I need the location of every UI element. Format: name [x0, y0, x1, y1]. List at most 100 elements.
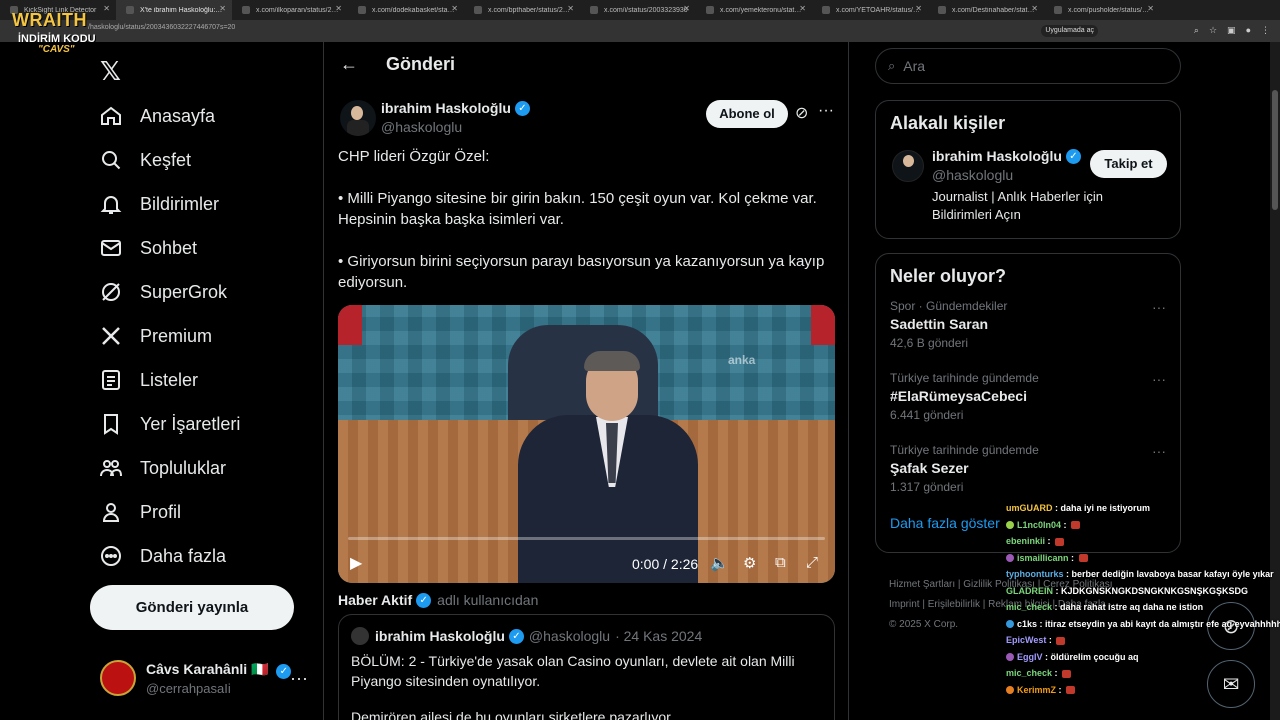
follow-button[interactable]: Takip et — [1090, 150, 1167, 178]
more-options-icon[interactable]: ··· — [1152, 299, 1166, 315]
browser-tab[interactable]: x.com/YETOAHR/status/2003 ✕ — [812, 0, 928, 20]
close-tab-icon[interactable]: ✕ — [219, 4, 226, 13]
nav-item-yer-i-aretleri[interactable]: Yer İşaretleri — [98, 402, 240, 446]
close-tab-icon[interactable]: ✕ — [1031, 4, 1038, 13]
subscribe-button[interactable]: Abone ol — [706, 100, 788, 128]
video-progress-bar[interactable] — [348, 537, 825, 540]
browser-menu-icon[interactable]: ⋮ — [1261, 25, 1270, 36]
more-options-icon[interactable]: ··· — [1152, 371, 1166, 387]
more-options-icon[interactable]: ··· — [1152, 443, 1166, 459]
nav-item-listeler[interactable]: Listeler — [98, 358, 240, 402]
profile-icon[interactable]: ● — [1246, 25, 1251, 36]
search-input[interactable]: ⌕ Ara — [875, 48, 1181, 84]
bell-icon — [98, 191, 124, 217]
video-watermark: anka — [728, 353, 756, 367]
picture-in-picture-icon[interactable]: ⧉ — [775, 554, 786, 571]
browser-tab[interactable]: x.com/bpthaber/status/20034 ✕ — [464, 0, 580, 20]
video-player[interactable]: anka ▶ 0:00 / 2:26 🔈 ⚙ ⧉ ⤢ — [338, 305, 835, 583]
chat-badge-icon — [1006, 686, 1014, 695]
back-arrow-icon[interactable]: ← — [340, 54, 358, 75]
search-icon: ⌕ — [888, 58, 896, 73]
trend-item[interactable]: Spor · Gündemdekiler Sadettin Saran 42,6 B… — [876, 299, 1180, 371]
avatar[interactable] — [892, 150, 924, 182]
chat-username: mic_check — [1006, 602, 1053, 612]
tab-favicon-icon — [242, 6, 250, 14]
chat-username: GLADREIN — [1006, 585, 1053, 596]
browser-tab[interactable]: x.com/Destinahaber/status/2 ✕ — [928, 0, 1044, 20]
more-circle-icon — [98, 543, 124, 569]
chat-message: EpicWest : — [1006, 632, 1280, 649]
quoted-by[interactable]: Haber Aktif ✓ adlı kullanıcıdan — [338, 592, 538, 608]
trend-name: #ElaRümeysaCebeci — [890, 388, 1027, 404]
page-header: ← Gönderi — [340, 54, 455, 75]
scrollbar-thumb[interactable] — [1272, 90, 1278, 210]
nav-item-label: Sohbet — [140, 237, 198, 258]
related-person[interactable]: ibrahim Haskoloğlu ✓ @haskologlu Journali… — [876, 146, 1180, 236]
x-logo[interactable]: 𝕏 — [100, 56, 121, 87]
more-options-icon[interactable]: ··· — [818, 102, 834, 120]
chat-username: EggIV — [1017, 651, 1043, 662]
close-tab-icon[interactable]: ✕ — [683, 4, 690, 13]
related-person-name[interactable]: ibrahim Haskoloğlu — [932, 148, 1062, 164]
nav-item-bildirimler[interactable]: Bildirimler — [98, 182, 240, 226]
nav-item-daha-fazla[interactable]: Daha fazla — [98, 534, 240, 578]
browser-tab[interactable]: x.com/ilkoparan/status/2003 ✕ — [232, 0, 348, 20]
tab-favicon-icon — [938, 6, 946, 14]
settings-gear-icon[interactable]: ⚙ — [743, 554, 756, 572]
quoted-post[interactable]: ibrahim Haskoloğlu ✓ @haskologlu · 24 Ka… — [338, 614, 835, 720]
person-icon — [98, 499, 124, 525]
chat-username: L1nc0ln04 — [1017, 519, 1062, 530]
close-tab-icon[interactable]: ✕ — [451, 4, 458, 13]
close-tab-icon[interactable]: ✕ — [335, 4, 342, 13]
avatar[interactable] — [340, 100, 376, 136]
nav-item-label: Daha fazla — [140, 545, 227, 566]
post-author-handle[interactable]: @haskologlu — [381, 119, 462, 135]
nav-item-profil[interactable]: Profil — [98, 490, 240, 534]
close-tab-icon[interactable]: ✕ — [915, 4, 922, 13]
trend-category: Spor · Gündemdekiler — [890, 299, 1008, 313]
browser-tab[interactable]: x.com/dodekabasket/status/2 ✕ — [348, 0, 464, 20]
browser-tab[interactable]: x.com/pusholder/status/2003 ✕ — [1044, 0, 1160, 20]
post-author-name[interactable]: ibrahim Haskoloğlu — [381, 100, 511, 116]
url-field[interactable]: /haskologlu/status/2003436032227446707s=… — [88, 24, 235, 31]
browser-tab[interactable]: x.com/i/status/2003323930 ✕ — [580, 0, 696, 20]
bookmark-star-icon[interactable]: ☆ — [1209, 25, 1217, 36]
nav-item-premium[interactable]: Premium — [98, 314, 240, 358]
grok-icon — [98, 279, 124, 305]
nav-item-label: Keşfet — [140, 149, 192, 170]
open-in-app-button[interactable]: Uygulamada aç — [1041, 25, 1098, 37]
nav-item-supergrok[interactable]: SuperGrok — [98, 270, 240, 314]
browser-tab[interactable]: X'te ibrahim Haskoloğlu: "CHP✕ — [116, 0, 232, 20]
trend-count: 1.317 gönderi — [890, 480, 964, 494]
chat-username: mic_check — [1006, 668, 1053, 678]
nav-item-label: Anasayfa — [140, 105, 216, 126]
extensions-icon[interactable]: ▣ — [1227, 25, 1236, 36]
nav-item-topluluklar[interactable]: Topluluklar — [98, 446, 240, 490]
post-button[interactable]: Gönderi yayınla — [90, 585, 294, 630]
volume-icon[interactable]: 🔈 — [710, 554, 729, 572]
close-tab-icon[interactable]: ✕ — [103, 4, 110, 13]
close-tab-icon[interactable]: ✕ — [1147, 4, 1154, 13]
browser-address-bar: /haskologlu/status/2003436032227446707s=… — [0, 20, 1280, 42]
account-more-icon[interactable]: ··· — [290, 668, 308, 689]
post-text: CHP lideri Özgür Özel: • Milli Piyango si… — [338, 146, 832, 314]
search-placeholder: Ara — [903, 58, 926, 74]
nav-item-ke-fet[interactable]: Keşfet — [98, 138, 240, 182]
trend-item[interactable]: Türkiye tarihinde gündemde #ElaRümeysaCeb… — [876, 371, 1180, 443]
post-paragraph: CHP lideri Özgür Özel: — [338, 148, 490, 165]
list-icon — [98, 367, 124, 393]
account-switcher[interactable]: Câvs Karahânli 🇮🇹 ✓ @cerrahpasaIi — [100, 660, 292, 696]
stream-chat-overlay: umGUARD : daha iyi ne istiyorum L1nc0ln04… — [1006, 500, 1280, 698]
zoom-icon[interactable]: ⌕ — [1194, 25, 1199, 36]
nav-item-anasayfa[interactable]: Anasayfa — [98, 94, 240, 138]
grok-icon[interactable]: ⊘ — [795, 103, 808, 123]
quoted-by-name[interactable]: Haber Aktif — [338, 592, 412, 608]
browser-tab[interactable]: x.com/yemekteronu/status/2 ✕ — [696, 0, 812, 20]
close-tab-icon[interactable]: ✕ — [799, 4, 806, 13]
chat-emote-icon — [1062, 669, 1072, 678]
nav-item-sohbet[interactable]: Sohbet — [98, 226, 240, 270]
play-icon[interactable]: ▶ — [350, 553, 362, 573]
trend-count: 6.441 gönderi — [890, 408, 964, 422]
fullscreen-icon[interactable]: ⤢ — [806, 554, 818, 571]
close-tab-icon[interactable]: ✕ — [567, 4, 574, 13]
